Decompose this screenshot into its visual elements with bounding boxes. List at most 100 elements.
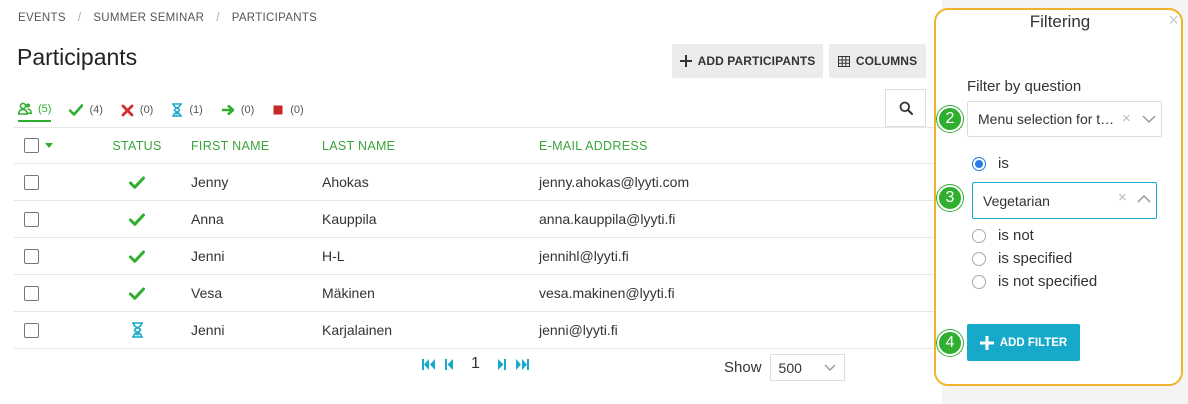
tab-all-count: (5) (38, 103, 52, 115)
plus-icon (979, 335, 994, 350)
value-select-value: Vegetarian (983, 192, 1050, 209)
check-icon (129, 176, 145, 189)
stop-icon (273, 105, 283, 115)
header-status[interactable]: STATUS (112, 128, 161, 163)
row-checkbox[interactable] (24, 174, 39, 190)
last-name-cell: H-L (322, 248, 345, 264)
option-is-label: is (998, 155, 1009, 172)
header-email[interactable]: E-MAIL ADDRESS (539, 128, 648, 163)
first-name-cell: Anna (191, 211, 224, 227)
tab-pending[interactable]: (1) (171, 98, 203, 122)
table-row[interactable]: Jenni H-L jennihl@lyyti.fi (14, 238, 936, 275)
header-last-name[interactable]: LAST NAME (322, 128, 395, 163)
breadcrumb-separator: / (216, 12, 220, 24)
plus-icon (679, 55, 692, 67)
next-page-icon[interactable] (497, 358, 506, 370)
step-badge-4: 4 (937, 330, 963, 356)
last-name-cell: Mäkinen (322, 285, 375, 301)
last-page-icon[interactable] (515, 358, 529, 370)
page-title: Participants (17, 44, 138, 70)
header-first-name[interactable]: FIRST NAME (191, 128, 269, 163)
filter-panel-title: Filtering (1029, 12, 1091, 31)
breadcrumb: EVENTS / SUMMER SEMINAR / PARTICIPANTS (18, 12, 317, 24)
radio-is-not[interactable] (972, 228, 986, 243)
question-select[interactable]: Menu selection for the event × (967, 101, 1162, 137)
breadcrumb-events[interactable]: EVENTS (18, 12, 66, 24)
row-checkbox[interactable] (24, 285, 39, 301)
email-cell: vesa.makinen@lyyti.fi (539, 285, 675, 301)
search-button[interactable] (885, 89, 926, 127)
columns-button[interactable]: COLUMNS (829, 44, 926, 78)
check-icon (69, 104, 84, 116)
status-cell (114, 201, 160, 237)
columns-label: COLUMNS (855, 54, 918, 68)
chevron-up-icon (1137, 194, 1151, 203)
last-name-cell: Kauppila (322, 211, 377, 227)
select-all-checkbox[interactable] (24, 138, 39, 153)
select-all-cell (24, 128, 53, 163)
breadcrumb-separator: / (77, 12, 82, 24)
row-check-cell (24, 312, 39, 348)
row-checkbox[interactable] (24, 248, 39, 264)
tab-transferred[interactable]: (0) (221, 98, 254, 122)
row-checkbox[interactable] (24, 211, 39, 227)
breadcrumb-summer-seminar[interactable]: SUMMER SEMINAR (93, 12, 204, 24)
page-size-select[interactable]: 500 (769, 354, 845, 381)
previous-page-icon[interactable] (445, 358, 454, 370)
first-page-icon[interactable] (422, 358, 436, 370)
table-header-row: STATUS FIRST NAME LAST NAME E-MAIL ADDRE… (14, 127, 936, 164)
status-cell (114, 312, 160, 348)
email-cell: jennihl@lyyti.fi (539, 248, 629, 264)
filter-by-label: Filter by question (967, 78, 1082, 95)
last-name-cell: Ahokas (322, 174, 369, 190)
page-number[interactable]: 1 (471, 355, 480, 373)
step-badge-2: 2 (937, 106, 963, 132)
chevron-down-icon[interactable] (45, 143, 53, 148)
chevron-down-icon (1142, 115, 1156, 124)
last-name-cell: Karjalainen (322, 322, 393, 338)
question-select-value: Menu selection for the event (978, 111, 1118, 127)
main-content: EVENTS / SUMMER SEMINAR / PARTICIPANTS P… (0, 0, 942, 404)
tab-cancelled[interactable]: (0) (121, 98, 153, 122)
option-is-specified[interactable]: is specified (972, 250, 1072, 267)
tab-attending[interactable]: (4) (69, 98, 103, 122)
status-cell (114, 275, 160, 311)
page-size-control: Show 500 (724, 354, 845, 381)
tab-stopped[interactable]: (0) (272, 98, 304, 122)
option-is[interactable]: is (972, 155, 1009, 172)
tab-pending-count: (1) (189, 104, 203, 116)
table-row[interactable]: Vesa Mäkinen vesa.makinen@lyyti.fi (14, 275, 936, 312)
page-size-value: 500 (778, 359, 802, 376)
table-row[interactable]: Jenny Ahokas jenny.ahokas@lyyti.com (14, 164, 936, 201)
email-cell: jenny.ahokas@lyyti.com (539, 174, 690, 190)
add-filter-button[interactable]: ADD FILTER (967, 324, 1080, 361)
row-check-cell (24, 238, 39, 274)
participants-table: STATUS FIRST NAME LAST NAME E-MAIL ADDRE… (14, 127, 936, 349)
first-name-cell: Vesa (191, 285, 223, 301)
option-is-not[interactable]: is not (972, 227, 1034, 244)
radio-is[interactable] (972, 156, 986, 171)
check-icon (129, 250, 145, 263)
breadcrumb-participants: PARTICIPANTS (231, 12, 318, 24)
radio-is-not-specified[interactable] (972, 274, 986, 289)
option-is-not-specified[interactable]: is not specified (972, 273, 1097, 290)
chevron-down-icon (824, 364, 836, 371)
table-row[interactable]: Anna Kauppila anna.kauppila@lyyti.fi (14, 201, 936, 238)
tab-cancelled-count: (0) (139, 104, 154, 116)
option-is-specified-label: is specified (998, 250, 1073, 267)
value-select[interactable]: Vegetarian × (972, 182, 1157, 219)
close-icon[interactable]: × (1168, 10, 1179, 31)
tab-all[interactable]: (5) (18, 98, 52, 122)
tab-stopped-count: (0) (290, 104, 304, 116)
add-participants-button[interactable]: ADD PARTICIPANTS (672, 44, 823, 78)
row-checkbox[interactable] (24, 322, 39, 338)
table-row[interactable]: Jenni Karjalainen jenni@lyyti.fi (14, 312, 936, 349)
first-name-cell: Jenni (191, 322, 225, 338)
radio-is-specified[interactable] (972, 251, 986, 266)
clear-icon[interactable]: × (1122, 110, 1131, 127)
check-icon (129, 213, 145, 226)
step-badge-3: 3 (937, 185, 963, 211)
option-is-not-specified-label: is not specified (998, 273, 1098, 290)
add-filter-label: ADD FILTER (999, 336, 1068, 349)
clear-icon[interactable]: × (1118, 189, 1127, 206)
